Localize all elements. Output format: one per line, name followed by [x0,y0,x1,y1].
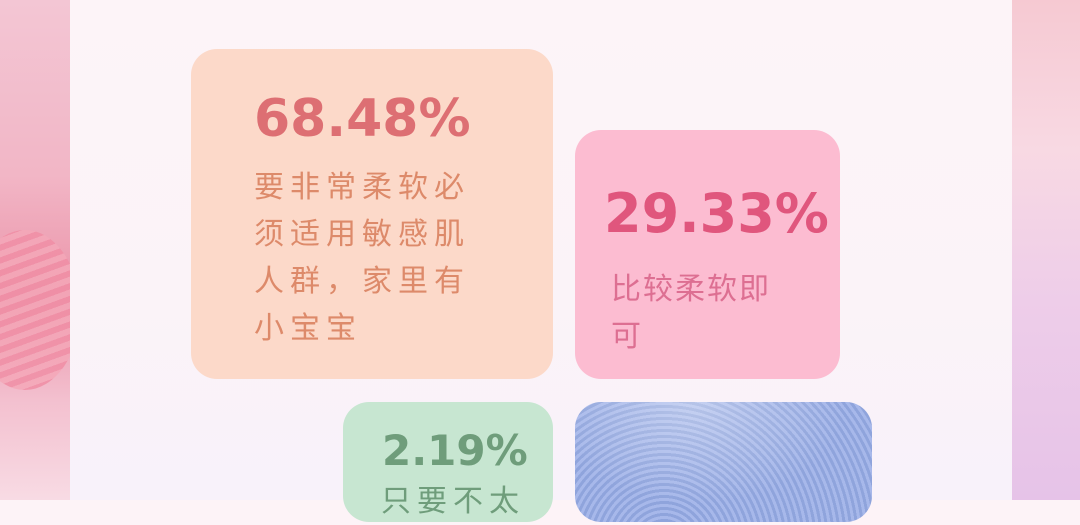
stat-description-not-too: 只要不太 [381,484,525,519]
right-decorative-background [1012,0,1080,500]
towel-texture-image [575,402,872,522]
stat-percent-soft-enough: 29.33% [604,182,829,245]
stat-description-soft-enough: 比较柔软即可 [611,272,771,354]
left-decorative-background [0,0,70,500]
stat-percent-very-soft: 68.48% [254,89,471,149]
stat-percent-not-too: 2.19% [382,426,528,475]
stat-description-very-soft: 要非常柔软必须适用敏感肌人群，家里有小宝宝 [254,170,470,346]
